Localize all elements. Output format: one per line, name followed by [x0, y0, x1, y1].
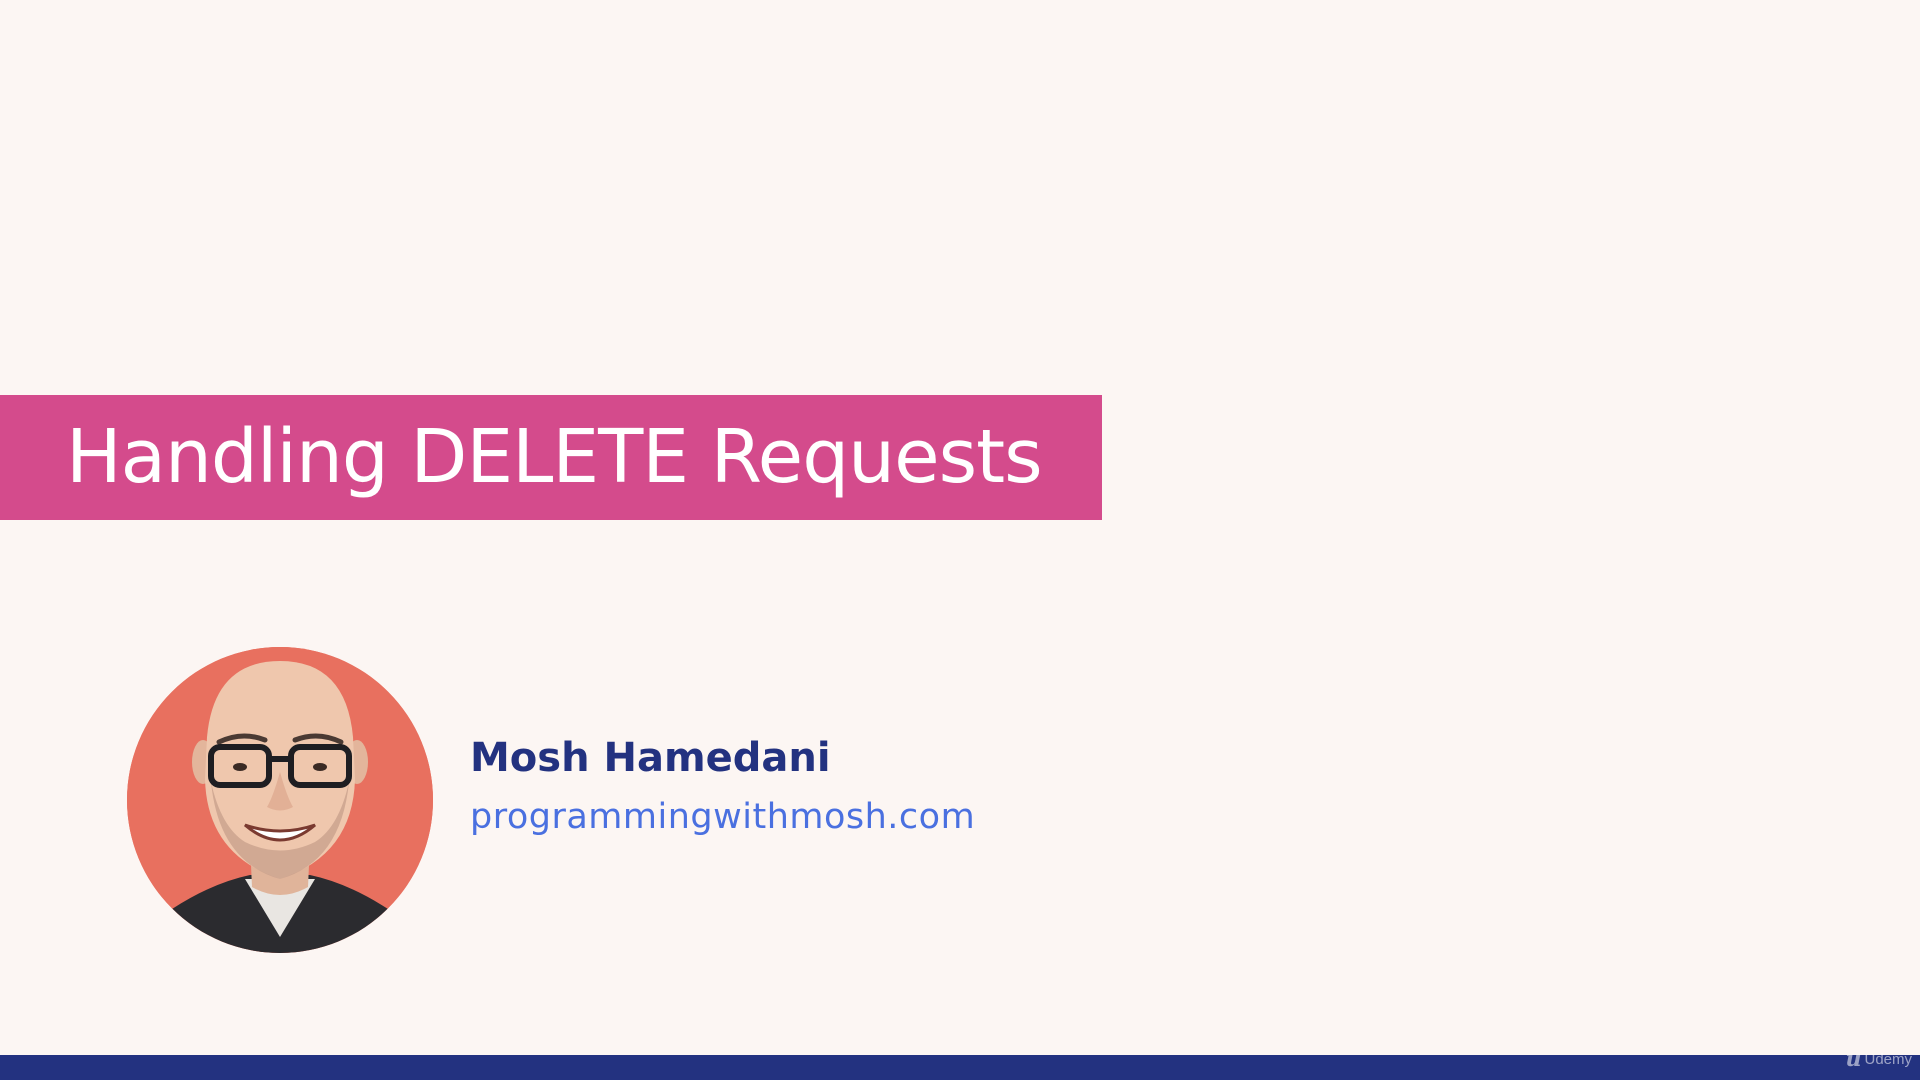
author-website: programmingwithmosh.com	[470, 797, 976, 837]
author-name: Mosh Hamedani	[470, 735, 831, 781]
udemy-watermark: u Udemy	[1845, 1046, 1912, 1072]
author-avatar	[127, 647, 433, 953]
bottom-bar	[0, 1055, 1920, 1080]
slide-title: Handling DELETE Requests	[66, 414, 1043, 500]
watermark-text: Udemy	[1864, 1050, 1912, 1068]
title-banner: Handling DELETE Requests	[0, 395, 1102, 520]
person-portrait-icon	[127, 647, 433, 953]
udemy-logo-icon: u	[1845, 1046, 1862, 1072]
